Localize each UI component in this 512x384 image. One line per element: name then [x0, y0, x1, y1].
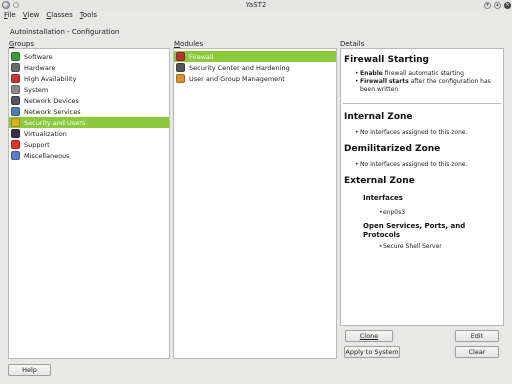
dmz-text: • No interfaces assigned to this zone.	[355, 161, 468, 168]
group-item-network-services[interactable]: Network Services	[9, 106, 169, 117]
module-item-label: Security Center and Hardening	[189, 63, 290, 72]
group-item-network-devices[interactable]: Network Devices	[9, 95, 169, 106]
group-item-hardware[interactable]: Hardware	[9, 62, 169, 73]
separator	[343, 103, 501, 104]
module-item-user-and-group-management[interactable]: User and Group Management	[174, 73, 336, 84]
menu-view[interactable]: View	[19, 10, 43, 20]
system-icon	[11, 85, 20, 94]
group-item-label: Hardware	[24, 63, 56, 72]
group-item-label: Security and Users	[24, 118, 86, 127]
group-item-label: Virtualization	[24, 129, 67, 138]
menu-file[interactable]: File	[0, 10, 19, 20]
edit-button[interactable]: Edit	[455, 330, 499, 342]
user-group-icon	[176, 74, 185, 83]
group-item-label: Support	[24, 140, 50, 149]
group-item-label: System	[24, 85, 49, 94]
module-item-label: Firewall	[189, 52, 214, 61]
clear-button[interactable]: Clear	[455, 346, 499, 358]
module-item-firewall[interactable]: Firewall	[174, 51, 336, 62]
hardware-icon	[11, 63, 20, 72]
group-item-support[interactable]: Support	[9, 139, 169, 150]
page-title: Autoinstallation - Configuration	[10, 28, 120, 36]
group-item-label: Miscellaneous	[24, 151, 70, 160]
module-item-security-center-and-hardening[interactable]: Security Center and Hardening	[174, 62, 336, 73]
details-pane: Firewall Starting • Enable firewall autom…	[340, 48, 504, 326]
menu-bar: File View Classes Tools	[0, 10, 100, 20]
interface-item: • enp0s3	[379, 209, 406, 216]
firewall-bullets: • Enable firewall automatic starting • Fir…	[355, 70, 491, 93]
service-item: • Secure Shell Server	[379, 243, 442, 250]
menu-tools[interactable]: Tools	[76, 10, 100, 20]
close-icon[interactable]: ×	[504, 2, 511, 9]
module-item-label: User and Group Management	[189, 74, 285, 83]
miscellaneous-icon	[11, 151, 20, 160]
security-center-icon	[176, 63, 185, 72]
minimize-icon[interactable]: ▾	[484, 2, 491, 9]
interfaces-heading: Interfaces	[363, 194, 403, 202]
details-label: Details	[340, 40, 365, 48]
group-item-label: High Availability	[24, 74, 77, 83]
high-availability-icon	[11, 74, 20, 83]
groups-label: Groups	[9, 40, 34, 48]
group-item-label: Software	[24, 52, 53, 61]
software-icon	[11, 52, 20, 61]
group-item-high-availability[interactable]: High Availability	[9, 73, 169, 84]
internal-zone-heading: Internal Zone	[344, 112, 413, 122]
menu-classes[interactable]: Classes	[42, 10, 75, 20]
clone-button[interactable]: Clone	[345, 330, 393, 342]
group-item-security-and-users[interactable]: Security and Users	[9, 117, 169, 128]
group-item-label: Network Services	[24, 107, 81, 116]
network-services-icon	[11, 107, 20, 116]
firewall-starting-heading: Firewall Starting	[344, 55, 429, 65]
modules-list[interactable]: Firewall Security Center and Hardening Use…	[173, 48, 337, 359]
support-icon	[11, 140, 20, 149]
group-item-miscellaneous[interactable]: Miscellaneous	[9, 150, 169, 161]
virtualization-icon	[11, 129, 20, 138]
window-title: YaST2	[245, 1, 267, 9]
internal-zone-text: • No interfaces assigned to this zone.	[355, 129, 468, 136]
group-item-system[interactable]: System	[9, 84, 169, 95]
security-users-icon	[11, 118, 20, 127]
modules-label: Modules	[174, 40, 204, 48]
group-item-label: Network Devices	[24, 96, 79, 105]
external-zone-heading: External Zone	[344, 176, 415, 186]
firewall-icon	[176, 52, 185, 61]
network-devices-icon	[11, 96, 20, 105]
group-item-virtualization[interactable]: Virtualization	[9, 128, 169, 139]
group-item-software[interactable]: Software	[9, 51, 169, 62]
dmz-heading: Demilitarized Zone	[344, 144, 441, 154]
help-button[interactable]: Help	[8, 364, 51, 376]
maximize-icon[interactable]: ▴	[494, 2, 501, 9]
open-services-heading: Open Services, Ports, and Protocols	[363, 222, 466, 239]
apply-to-system-button[interactable]: Apply to System	[344, 346, 400, 358]
groups-list[interactable]: Software Hardware High Availability System N…	[8, 48, 170, 359]
